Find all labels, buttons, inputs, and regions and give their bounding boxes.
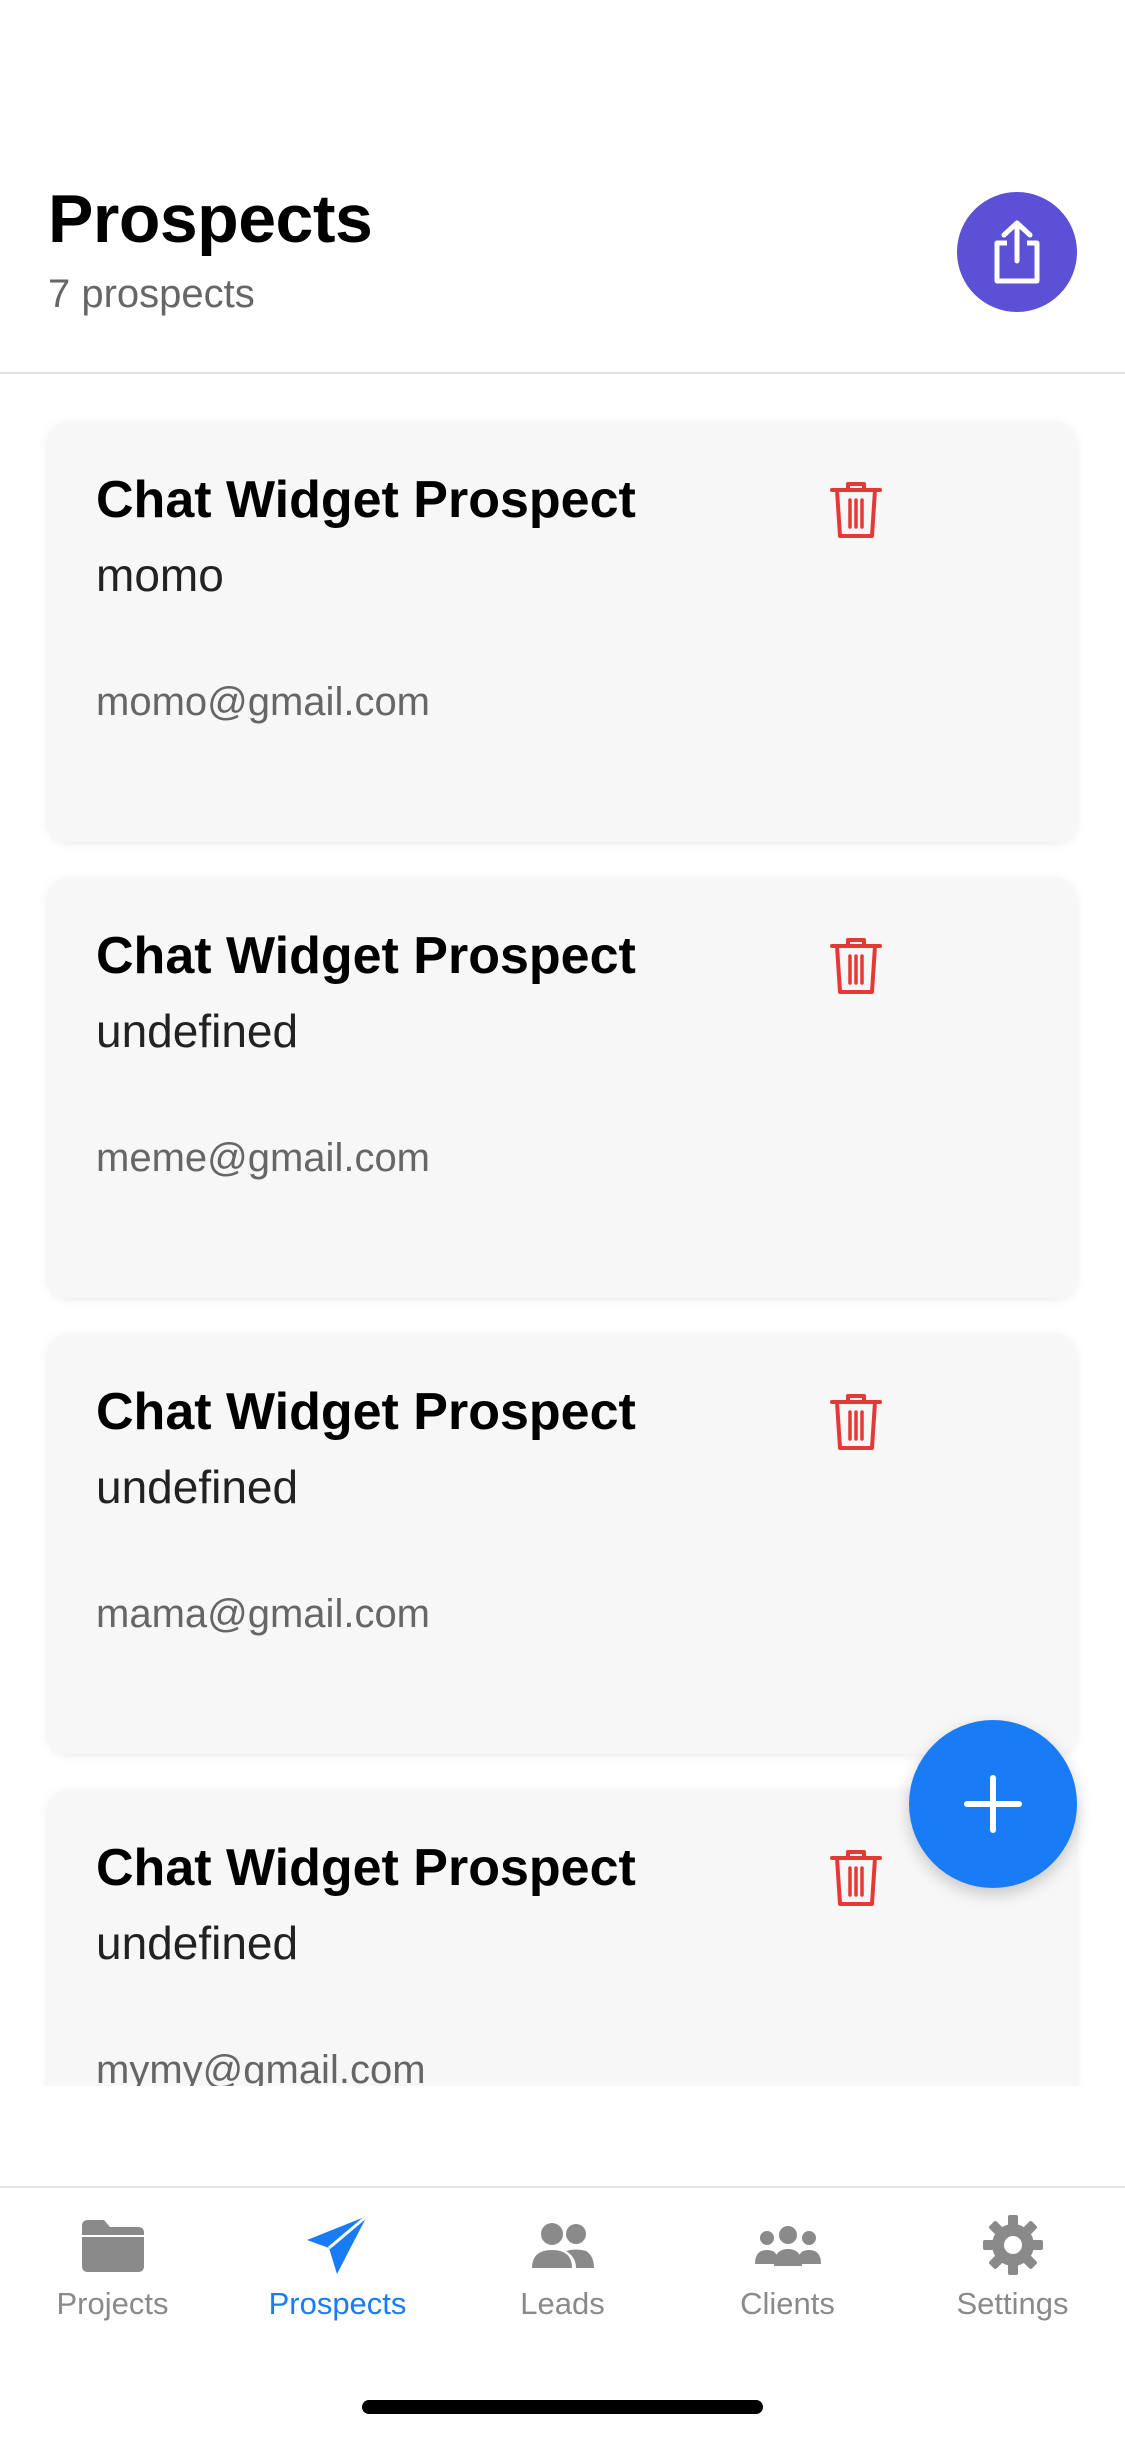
add-prospect-button[interactable]: [909, 1720, 1077, 1888]
tab-settings[interactable]: Settings: [900, 2214, 1125, 2334]
tab-label: Settings: [956, 2286, 1069, 2321]
home-indicator: [362, 2400, 763, 2414]
plus-icon: [964, 1775, 1022, 1833]
delete-icon[interactable]: [828, 480, 884, 540]
users-icon: [531, 2223, 594, 2268]
delete-icon[interactable]: [828, 1848, 884, 1908]
prospect-count: 7 prospects: [48, 272, 255, 316]
paper-plane-icon: [306, 2214, 368, 2274]
prospect-name: momo: [96, 549, 224, 601]
tab-label: Prospects: [268, 2286, 407, 2321]
prospect-email: mama@gmail.com: [96, 1592, 431, 1636]
prospect-title: Chat Widget Prospect: [96, 1839, 636, 1897]
tab-leads[interactable]: Leads: [450, 2214, 675, 2334]
tab-label: Clients: [740, 2286, 835, 2321]
prospect-title: Chat Widget Prospect: [96, 471, 636, 529]
tab-prospects[interactable]: Prospects: [225, 2214, 450, 2334]
prospect-name: undefined: [96, 1917, 299, 1969]
tab-label: Leads: [520, 2286, 605, 2321]
tab-label: Projects: [56, 2286, 169, 2321]
tab-projects[interactable]: Projects: [0, 2214, 225, 2334]
prospect-card[interactable]: Chat Widget Prospect undefined meme@gmai…: [48, 878, 1076, 1298]
delete-icon[interactable]: [828, 936, 884, 996]
prospect-title: Chat Widget Prospect: [96, 927, 636, 985]
prospect-card[interactable]: Chat Widget Prospect momo momo@gmail.com: [48, 422, 1076, 842]
gear-icon: [982, 2215, 1043, 2275]
page-title: Prospects: [48, 181, 373, 257]
prospect-title: Chat Widget Prospect: [96, 1383, 636, 1441]
tab-clients[interactable]: Clients: [675, 2214, 900, 2334]
delete-icon[interactable]: [828, 1392, 884, 1452]
prospect-email: meme@gmail.com: [96, 1136, 431, 1180]
prospect-card[interactable]: Chat Widget Prospect undefined mama@gmai…: [48, 1334, 1076, 1754]
folder-icon: [81, 2220, 144, 2272]
header: Prospects 7 prospects: [0, 0, 1125, 374]
share-icon: [994, 220, 1040, 284]
prospect-name: undefined: [96, 1005, 299, 1057]
tab-bar: Projects Prospects Leads Clients Setting…: [0, 2186, 1125, 2438]
group-icon: [754, 2226, 821, 2266]
prospect-email: momo@gmail.com: [96, 680, 431, 724]
share-button[interactable]: [957, 192, 1077, 312]
prospect-email: mymy@gmail.com: [96, 2048, 426, 2086]
prospect-name: undefined: [96, 1461, 299, 1513]
